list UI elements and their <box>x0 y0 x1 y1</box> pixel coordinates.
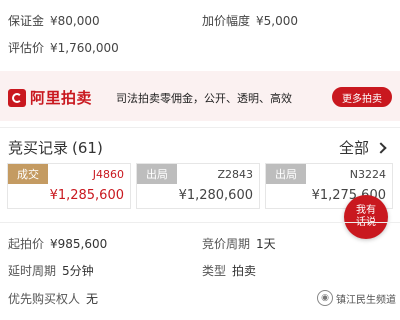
bid-card[interactable]: 出局 Z2843 ¥1,280,600 <box>136 163 260 209</box>
comment-label-line1: 我有 <box>356 205 376 216</box>
priority-row: 优先购买权人无 <box>8 290 98 307</box>
extension-value: 5分钟 <box>62 264 94 278</box>
comment-bubble-button[interactable]: 我有 话说 <box>344 195 388 239</box>
appraisal-value: ¥1,760,000 <box>50 41 119 55</box>
bid-price: ¥1,280,600 <box>178 188 253 203</box>
deposit-label: 保证金 <box>8 14 45 28</box>
all-label: 全部 <box>339 139 370 157</box>
bid-cycle-value: 1天 <box>256 237 276 251</box>
divider <box>0 127 400 128</box>
bidder-id: J4860 <box>92 168 124 181</box>
divider <box>0 222 400 223</box>
extension-row: 延时周期 5分钟 <box>8 262 94 279</box>
view-all-records-link[interactable]: 全部 <box>339 137 387 158</box>
ali-auction-logo: 阿里拍卖 <box>8 87 92 108</box>
bid-price: ¥1,285,600 <box>49 188 124 203</box>
wechat-icon: ◉ <box>317 290 333 306</box>
bid-cycle-label: 竞价周期 <box>202 237 251 251</box>
logo-text: 阿里拍卖 <box>30 89 93 107</box>
bid-records-title: 竞买记录 (61) <box>8 137 103 158</box>
ali-logo-icon <box>8 88 26 107</box>
more-auctions-button[interactable]: 更多拍卖 <box>332 87 392 107</box>
appraisal-label: 评估价 <box>8 41 45 55</box>
increment-row: 加价幅度 ¥5,000 <box>202 12 298 29</box>
bid-records-label: 竞买记录 <box>8 139 69 157</box>
watermark-text: 镇江民生频道 <box>336 294 396 306</box>
ali-auction-banner[interactable]: 阿里拍卖 司法拍卖零佣金，公开、透明、高效 更多拍卖 <box>0 71 400 121</box>
bid-status-tag: 成交 <box>8 164 48 184</box>
bid-card[interactable]: 成交 J4860 ¥1,285,600 <box>7 163 131 209</box>
extension-label: 延时周期 <box>8 264 57 278</box>
start-price-row: 起拍价 ¥985,600 <box>8 235 107 252</box>
priority-value: 无 <box>86 292 99 306</box>
chevron-right-icon <box>375 141 387 154</box>
increment-label: 加价幅度 <box>202 14 251 28</box>
type-label: 类型 <box>202 264 227 278</box>
bidder-id: Z2843 <box>217 168 253 181</box>
banner-slogan: 司法拍卖零佣金，公开、透明、高效 <box>116 92 292 105</box>
start-price-value: ¥985,600 <box>50 237 108 251</box>
bid-records-count: (61) <box>72 139 103 157</box>
deposit-row: 保证金 ¥80,000 <box>8 12 100 29</box>
bid-status-tag: 出局 <box>266 164 306 184</box>
bid-cycle-row: 竞价周期 1天 <box>202 235 276 252</box>
bidder-id: N3224 <box>349 168 386 181</box>
bid-status-tag: 出局 <box>137 164 177 184</box>
type-row: 类型 拍卖 <box>202 262 256 279</box>
deposit-value: ¥80,000 <box>50 14 100 28</box>
start-price-label: 起拍价 <box>8 237 45 251</box>
appraisal-row: 评估价 ¥1,760,000 <box>8 39 119 56</box>
increment-value: ¥5,000 <box>256 14 299 28</box>
channel-watermark: ◉ 镇江民生频道 <box>317 290 396 306</box>
comment-label-line2: 话说 <box>356 217 376 229</box>
priority-label: 优先购买权人 <box>8 292 81 306</box>
type-value: 拍卖 <box>232 264 257 278</box>
